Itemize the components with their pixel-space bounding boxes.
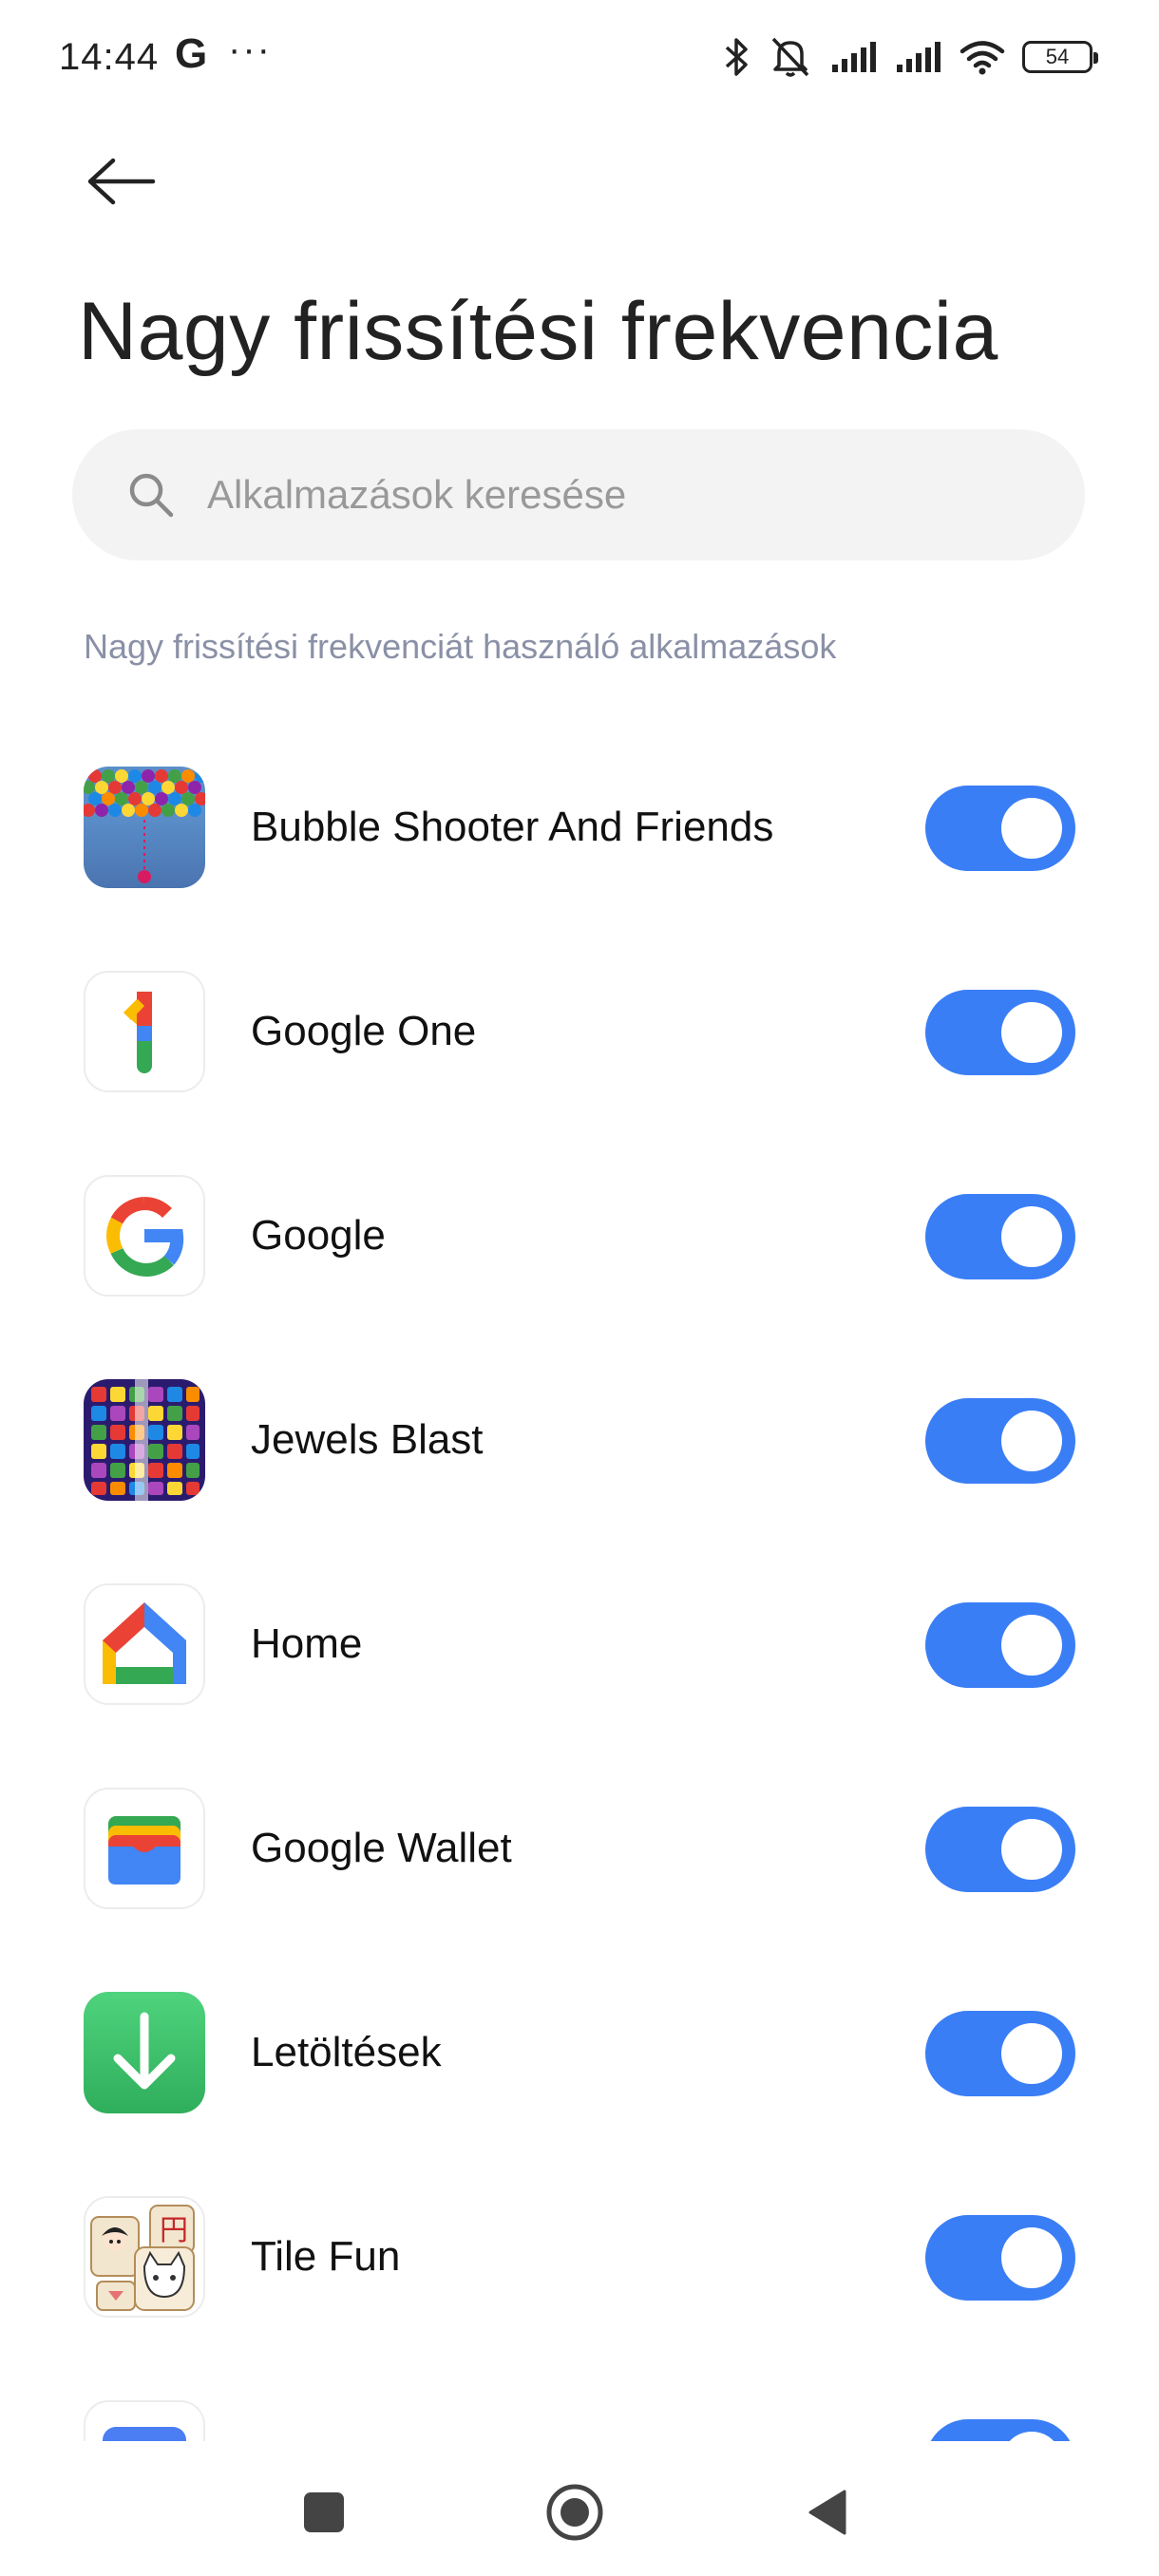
list-item[interactable] [0, 2365, 1159, 2441]
refresh-rate-toggle[interactable] [925, 1807, 1075, 1892]
refresh-rate-toggle[interactable] [925, 786, 1075, 871]
search-bar[interactable] [72, 429, 1085, 560]
app-name: Google One [251, 1008, 477, 1054]
search-icon [129, 473, 174, 518]
status-time: 14:44 [59, 36, 160, 78]
signal-icon [897, 42, 940, 72]
refresh-rate-toggle[interactable] [925, 1398, 1075, 1484]
refresh-rate-toggle[interactable] [925, 2011, 1075, 2096]
list-item[interactable]: Jewels Blast [0, 1344, 1159, 1548]
navigation-bar [0, 2441, 1159, 2576]
jewels-blast-icon [84, 1379, 205, 1501]
list-item[interactable]: Google [0, 1140, 1159, 1344]
app-name: Letöltések [251, 2029, 442, 2075]
refresh-rate-toggle[interactable] [925, 1194, 1075, 1279]
list-item[interactable]: 円 Tile Fun [0, 2161, 1159, 2365]
wifi-icon [960, 41, 1005, 75]
tile-fun-icon: 円 [84, 2196, 205, 2318]
google-wallet-icon [84, 1788, 205, 1909]
battery-level: 54 [1045, 45, 1070, 68]
signal-icon [832, 42, 876, 72]
back-nav-button[interactable] [785, 2470, 870, 2555]
toggle-knob [1001, 1002, 1062, 1063]
downloads-icon [84, 1992, 205, 2113]
toggle-knob [1001, 1411, 1062, 1471]
search-input[interactable] [205, 471, 969, 519]
bluetooth-icon [725, 38, 748, 76]
bubble-shooter-icon [84, 767, 205, 888]
refresh-rate-toggle[interactable] [925, 2419, 1075, 2441]
toggle-knob [1001, 1206, 1062, 1267]
app-icon-partial [84, 2400, 205, 2441]
list-item[interactable]: Letöltések [0, 1957, 1159, 2161]
app-name: Jewels Blast [251, 1416, 484, 1463]
arrow-left-icon [87, 158, 156, 205]
blue-app-glyph [103, 2427, 186, 2441]
google-notification-icon: G [175, 30, 208, 77]
section-label: Nagy frissítési frekvenciát használó alk… [84, 627, 837, 666]
home-circle-icon [546, 2484, 603, 2541]
more-notifications-icon: ··· [228, 28, 272, 70]
status-bar: 14:44 G ··· 54 [0, 0, 1159, 114]
mute-icon [771, 37, 809, 77]
svg-text:円: 円 [160, 2214, 188, 2247]
back-triangle-icon [808, 2490, 846, 2535]
recents-square-icon [304, 2492, 344, 2532]
refresh-rate-toggle[interactable] [925, 990, 1075, 1075]
list-item[interactable]: Google Wallet [0, 1752, 1159, 1957]
recents-button[interactable] [281, 2470, 367, 2555]
toggle-knob [1001, 2023, 1062, 2084]
list-item[interactable]: Google One [0, 936, 1159, 1140]
back-button[interactable] [74, 142, 167, 220]
status-icons: 54 [722, 32, 1098, 82]
list-item[interactable]: Home [0, 1548, 1159, 1752]
home-button[interactable] [532, 2470, 618, 2555]
toggle-knob [1001, 2432, 1062, 2441]
refresh-rate-toggle[interactable] [925, 1602, 1075, 1688]
google-icon [84, 1175, 205, 1297]
app-list: Bubble Shooter And Friends Google One Go… [0, 731, 1159, 2441]
toggle-knob [1001, 1819, 1062, 1880]
toggle-knob [1001, 1615, 1062, 1676]
toggle-knob [1001, 798, 1062, 859]
app-name: Google [251, 1212, 386, 1259]
google-home-icon [84, 1583, 205, 1705]
battery-icon: 54 [1022, 41, 1098, 73]
app-name: Tile Fun [251, 2233, 401, 2280]
list-item[interactable]: Bubble Shooter And Friends [0, 731, 1159, 936]
app-name: Google Wallet [251, 1825, 512, 1871]
google-one-icon [84, 971, 205, 1092]
refresh-rate-toggle[interactable] [925, 2215, 1075, 2301]
app-name: Home [251, 1620, 363, 1667]
page-title: Nagy frissítési frekvencia [78, 286, 998, 377]
toggle-knob [1001, 2227, 1062, 2288]
app-name: Bubble Shooter And Friends [251, 804, 774, 850]
